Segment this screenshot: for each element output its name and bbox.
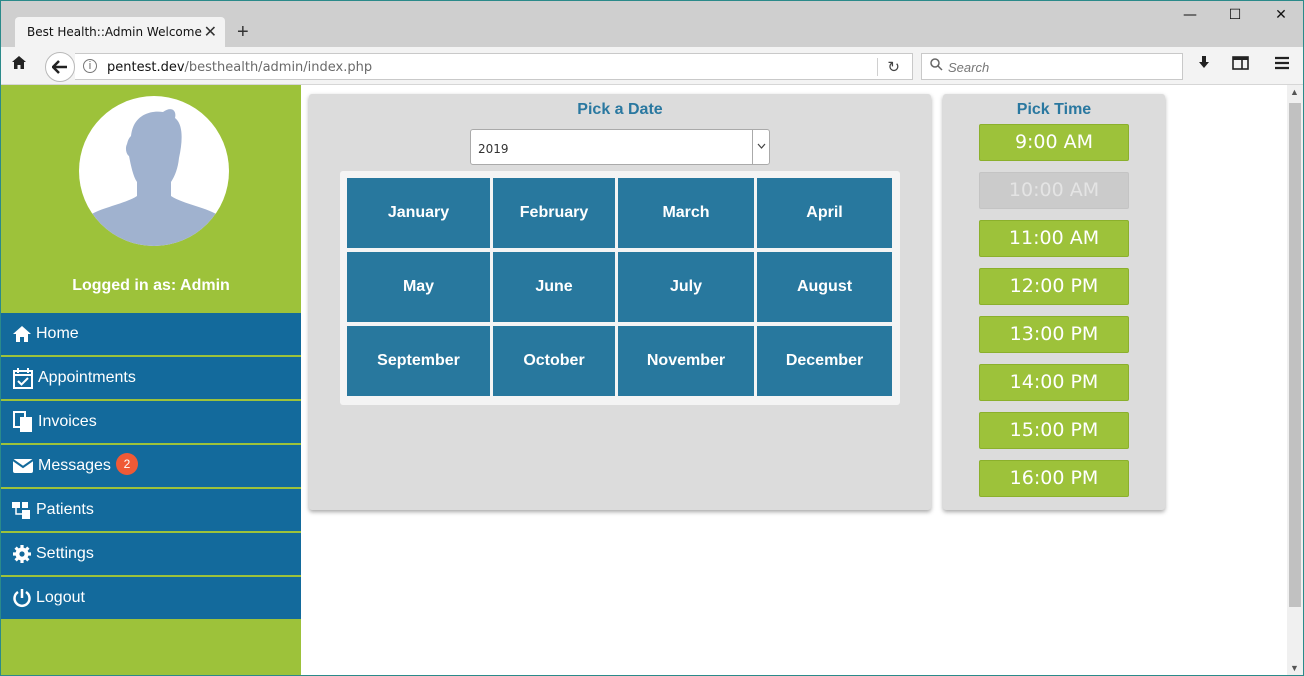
time-slot-button[interactable]: 14:00 PM: [979, 364, 1129, 401]
month-march[interactable]: March: [618, 178, 754, 248]
avatar: [79, 96, 229, 246]
logged-in-label: Logged in as: Admin: [72, 277, 230, 294]
date-picker-title: Pick a Date: [577, 101, 663, 118]
month-december[interactable]: December: [757, 326, 892, 396]
page-viewport: Logged in as: Admin Home Appointments In…: [1, 85, 1287, 675]
month-november[interactable]: November: [618, 326, 754, 396]
sidebar-item-label: Logout: [36, 589, 85, 606]
tab-title: Best Health::Admin Welcome: [27, 25, 202, 39]
patients-icon: [12, 502, 30, 519]
sidebar-item-label: Settings: [36, 545, 94, 562]
calendar-check-icon: [13, 368, 33, 389]
sidebar-item-settings[interactable]: Settings: [1, 533, 301, 577]
sidebar-item-logout[interactable]: Logout: [1, 577, 301, 621]
month-may[interactable]: May: [347, 252, 490, 322]
user-silhouette-icon: [79, 109, 229, 246]
time-picker-title: Pick Time: [1016, 101, 1092, 118]
sidebar-item-messages[interactable]: Messages 2: [1, 445, 301, 489]
close-window-icon[interactable]: ✕: [1266, 7, 1296, 23]
sidebar-toggle-icon[interactable]: [1232, 55, 1249, 75]
search-icon: [930, 58, 943, 74]
time-slot-button[interactable]: 9:00 AM: [979, 124, 1129, 161]
address-bar[interactable]: i pentest.dev/besthealth/admin/index.php…: [75, 53, 913, 80]
sidebar-item-label: Home: [36, 325, 79, 342]
month-july[interactable]: July: [618, 252, 754, 322]
month-september[interactable]: September: [347, 326, 490, 396]
sidebar: Logged in as: Admin Home Appointments In…: [1, 85, 301, 675]
month-grid: January February March April May June Ju…: [340, 171, 900, 405]
tab-close-icon[interactable]: ✕: [204, 22, 217, 42]
time-picker-panel: Pick Time 9:00 AM 10:00 AM 11:00 AM 12:0…: [943, 94, 1165, 510]
month-august[interactable]: August: [757, 252, 892, 322]
sidebar-item-label: Patients: [36, 501, 94, 518]
time-slot-button[interactable]: 16:00 PM: [979, 460, 1129, 497]
envelope-icon: [12, 459, 34, 473]
home-icon: [13, 326, 31, 342]
url-divider: [877, 58, 878, 76]
site-info-icon[interactable]: i: [83, 59, 97, 73]
power-icon: [13, 589, 31, 608]
new-tab-icon[interactable]: +: [237, 21, 249, 44]
search-placeholder: Search: [948, 60, 990, 75]
minimize-icon[interactable]: —: [1175, 7, 1205, 23]
documents-icon: [13, 411, 32, 432]
url-text: pentest.dev/besthealth/admin/index.php: [107, 60, 373, 75]
month-february[interactable]: February: [493, 178, 615, 248]
gear-icon: [13, 545, 31, 563]
message-count-badge: 2: [116, 453, 138, 475]
time-slot-button[interactable]: 13:00 PM: [979, 316, 1129, 353]
sidebar-item-label: Messages: [38, 457, 111, 474]
month-june[interactable]: June: [493, 252, 615, 322]
sidebar-item-home[interactable]: Home: [1, 313, 301, 357]
page-scrollbar[interactable]: ▲ ▼: [1287, 85, 1303, 675]
month-january[interactable]: January: [347, 178, 490, 248]
scroll-thumb[interactable]: [1289, 103, 1301, 607]
time-slot-button[interactable]: 15:00 PM: [979, 412, 1129, 449]
reload-icon[interactable]: ↻: [887, 58, 900, 76]
year-select[interactable]: 2019: [470, 129, 770, 165]
browser-tab[interactable]: Best Health::Admin Welcome ✕: [15, 17, 225, 47]
download-icon[interactable]: [1197, 55, 1211, 75]
month-october[interactable]: October: [493, 326, 615, 396]
scroll-down-icon[interactable]: ▼: [1290, 663, 1299, 673]
sidebar-item-label: Invoices: [38, 413, 97, 430]
sidebar-item-patients[interactable]: Patients: [1, 489, 301, 533]
sidebar-item-appointments[interactable]: Appointments: [1, 357, 301, 401]
search-bar[interactable]: Search: [921, 53, 1183, 80]
time-slot-button[interactable]: 11:00 AM: [979, 220, 1129, 257]
sidebar-menu: Home Appointments Invoices Messages 2 Pa…: [1, 313, 301, 621]
scroll-up-icon[interactable]: ▲: [1290, 87, 1299, 97]
title-bar: Best Health::Admin Welcome ✕ + — ☐ ✕: [1, 1, 1303, 47]
menu-icon[interactable]: [1274, 55, 1290, 75]
chevron-down-icon[interactable]: [752, 130, 769, 164]
nav-toolbar: i pentest.dev/besthealth/admin/index.php…: [1, 47, 1303, 85]
back-button[interactable]: [45, 52, 75, 82]
year-value: 2019: [478, 142, 509, 156]
sidebar-item-label: Appointments: [38, 369, 136, 386]
maximize-icon[interactable]: ☐: [1220, 7, 1250, 23]
sidebar-item-invoices[interactable]: Invoices: [1, 401, 301, 445]
time-slot-button[interactable]: 12:00 PM: [979, 268, 1129, 305]
month-april[interactable]: April: [757, 178, 892, 248]
home-icon[interactable]: [11, 55, 27, 75]
browser-window: Best Health::Admin Welcome ✕ + — ☐ ✕ i p…: [0, 0, 1304, 676]
date-picker-panel: Pick a Date 2019 January February March …: [309, 94, 931, 510]
time-slot-button-unavailable: 10:00 AM: [979, 172, 1129, 209]
